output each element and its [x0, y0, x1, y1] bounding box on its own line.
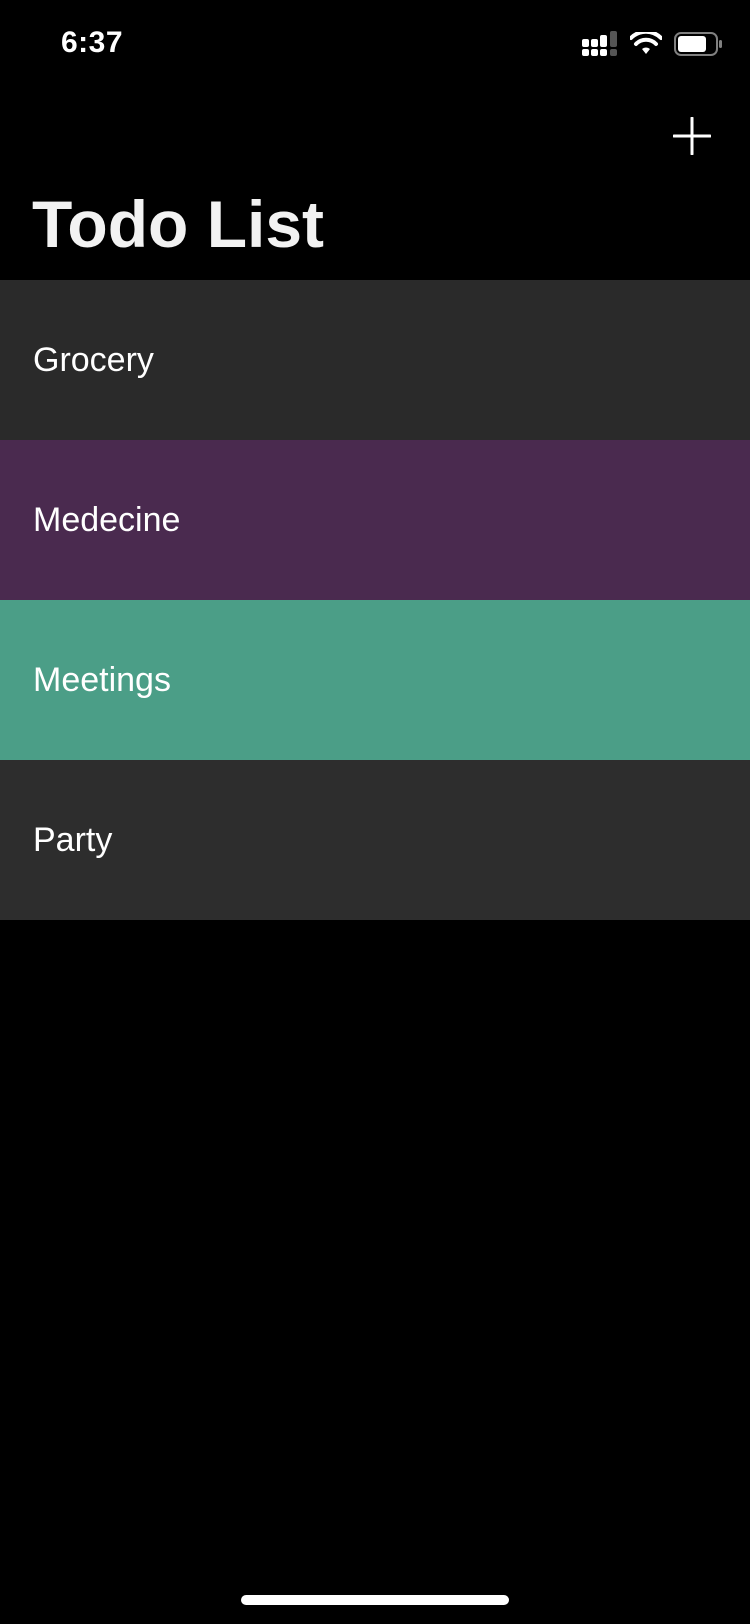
plus-icon [672, 116, 712, 160]
status-icons [582, 29, 722, 62]
wifi-icon [629, 29, 663, 61]
navigation-bar: Todo List [0, 92, 750, 280]
home-indicator[interactable] [241, 1595, 509, 1605]
todo-item-label: Medecine [33, 500, 181, 539]
todo-item-party[interactable]: Party [0, 760, 750, 920]
add-todo-button[interactable] [664, 110, 720, 166]
todo-item-label: Party [33, 820, 113, 859]
todo-item-grocery[interactable]: Grocery [0, 280, 750, 440]
todo-item-meetings[interactable]: Meetings [0, 600, 750, 760]
cellular-signal-icon [582, 30, 618, 62]
status-time: 6:37 [61, 26, 124, 59]
todo-list: Grocery Medecine Meetings Party [0, 280, 750, 920]
battery-icon [674, 31, 722, 61]
todo-item-label: Grocery [33, 340, 154, 379]
status-bar: 6:37 [0, 0, 750, 92]
page-title: Todo List [32, 187, 325, 261]
todo-item-medecine[interactable]: Medecine [0, 440, 750, 600]
todo-item-label: Meetings [33, 660, 171, 699]
